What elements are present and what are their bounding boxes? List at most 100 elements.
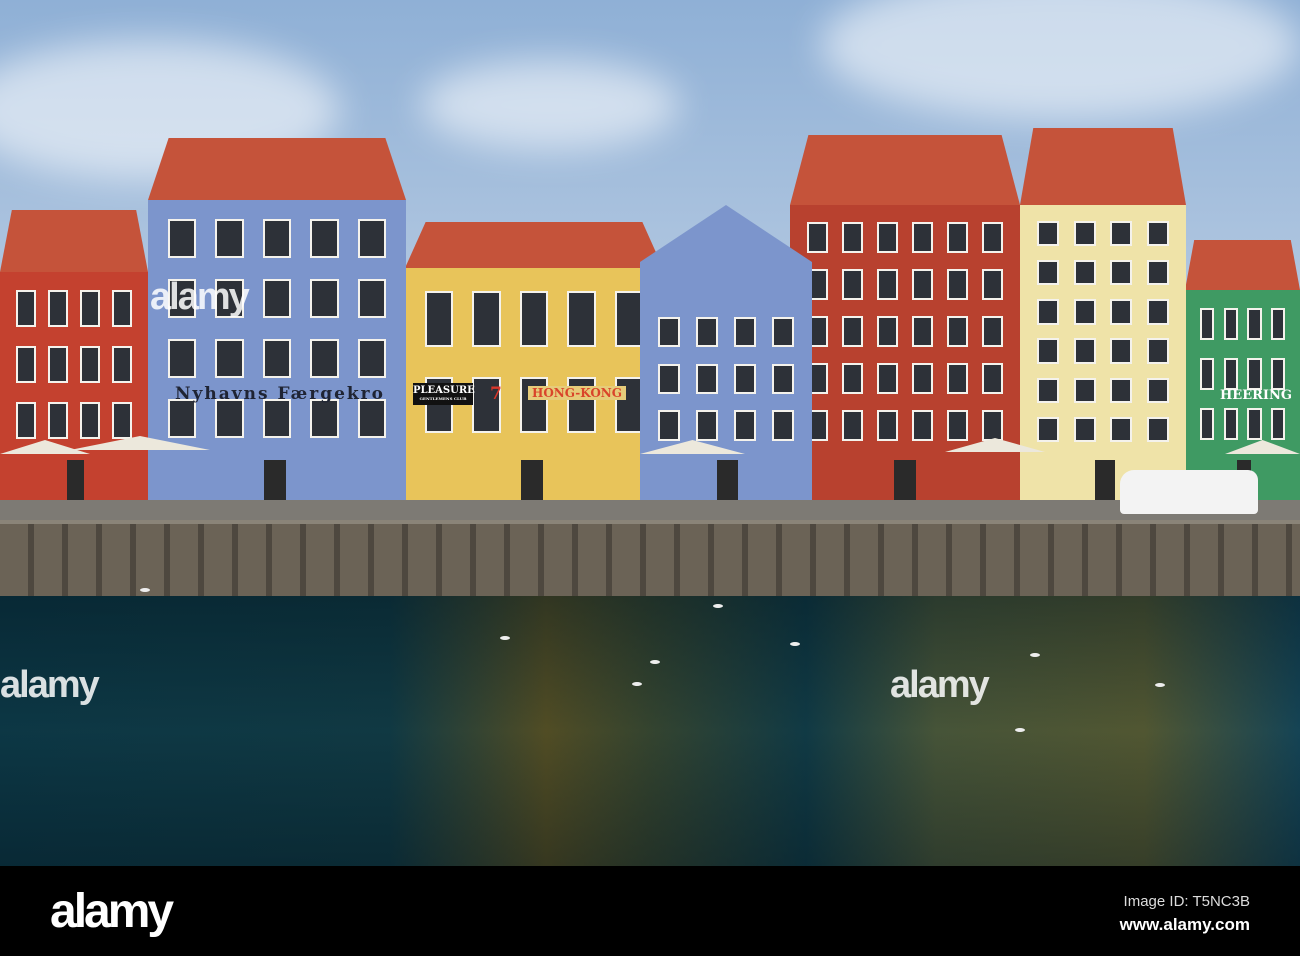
house <box>0 210 148 500</box>
door <box>1094 460 1115 500</box>
window <box>262 399 292 438</box>
window <box>947 363 968 394</box>
window <box>733 317 757 348</box>
window <box>1146 260 1169 286</box>
window <box>1146 338 1169 364</box>
hongkong-sign: HONG-KONG <box>528 386 626 400</box>
window <box>1110 416 1133 443</box>
window <box>1110 338 1133 364</box>
window <box>912 363 933 394</box>
window <box>1073 377 1096 403</box>
house <box>405 222 663 500</box>
watermark: alamy <box>150 276 250 318</box>
image-id: Image ID: T5NC3B <box>1123 893 1250 910</box>
seagull <box>632 682 642 686</box>
window <box>112 402 132 439</box>
window <box>1247 407 1262 440</box>
door <box>521 460 544 500</box>
white-van <box>1120 470 1258 514</box>
window <box>1073 416 1096 443</box>
window <box>947 269 968 300</box>
pleasure-subtext: GENTLEMENS CLUB <box>419 396 467 401</box>
window <box>215 399 244 438</box>
door <box>717 460 739 500</box>
window <box>982 363 1003 394</box>
window <box>947 316 968 347</box>
window <box>912 410 933 441</box>
cloud <box>420 60 680 150</box>
window <box>1037 416 1060 443</box>
roof <box>640 205 812 300</box>
seagull <box>500 636 510 640</box>
window <box>80 402 100 439</box>
window <box>1199 407 1214 440</box>
window <box>695 363 719 394</box>
window <box>357 219 387 258</box>
quay-street <box>0 500 1300 522</box>
heering-sign: HEERING <box>1220 388 1292 403</box>
window <box>48 290 68 327</box>
pleasure-text: PLEASURE <box>413 385 475 396</box>
door <box>66 460 85 500</box>
window <box>1247 357 1262 390</box>
window <box>733 363 757 394</box>
facade <box>1020 205 1186 500</box>
alamy-logo: alamy <box>50 885 174 938</box>
window <box>167 339 197 378</box>
roof <box>0 210 148 272</box>
window <box>912 222 933 253</box>
window <box>310 279 339 318</box>
window <box>112 290 132 327</box>
window <box>1247 307 1262 340</box>
window <box>80 346 100 383</box>
nyhavn-photo: Nyhavns Færgekro PLEASURE GENTLEMENS CLU… <box>0 0 1300 866</box>
site-url[interactable]: www.alamy.com <box>1120 915 1250 935</box>
roof <box>148 138 406 200</box>
window <box>657 363 681 394</box>
door <box>264 460 287 500</box>
window <box>215 339 244 378</box>
window <box>982 410 1003 441</box>
window <box>357 339 387 378</box>
window <box>1146 377 1169 403</box>
window <box>1223 407 1238 440</box>
window <box>1037 377 1060 403</box>
window <box>16 402 36 439</box>
window <box>842 269 863 300</box>
window <box>771 317 795 348</box>
seagull <box>1030 653 1040 657</box>
window <box>16 346 36 383</box>
window <box>1110 260 1133 286</box>
house <box>640 205 812 500</box>
window <box>1037 299 1060 325</box>
window <box>357 279 387 318</box>
window <box>657 317 681 348</box>
window <box>1271 407 1286 440</box>
roof <box>405 222 663 268</box>
window <box>357 399 387 438</box>
window <box>472 290 501 347</box>
window <box>48 402 68 439</box>
facade <box>0 272 148 500</box>
roof <box>1185 240 1300 290</box>
window <box>519 290 549 347</box>
window <box>982 269 1003 300</box>
window <box>771 410 795 441</box>
seagull <box>790 642 800 646</box>
window <box>1146 416 1169 443</box>
facade <box>148 200 406 500</box>
window <box>733 410 757 441</box>
window <box>112 346 132 383</box>
house <box>1020 128 1186 500</box>
window <box>1110 220 1133 247</box>
window <box>695 317 719 348</box>
window <box>424 290 454 347</box>
window <box>877 316 898 347</box>
number-sign: 7 <box>490 384 502 404</box>
window <box>48 346 68 383</box>
window <box>1146 299 1169 325</box>
seagull <box>1015 728 1025 732</box>
window <box>262 339 292 378</box>
window <box>1199 357 1214 390</box>
window <box>1037 260 1060 286</box>
